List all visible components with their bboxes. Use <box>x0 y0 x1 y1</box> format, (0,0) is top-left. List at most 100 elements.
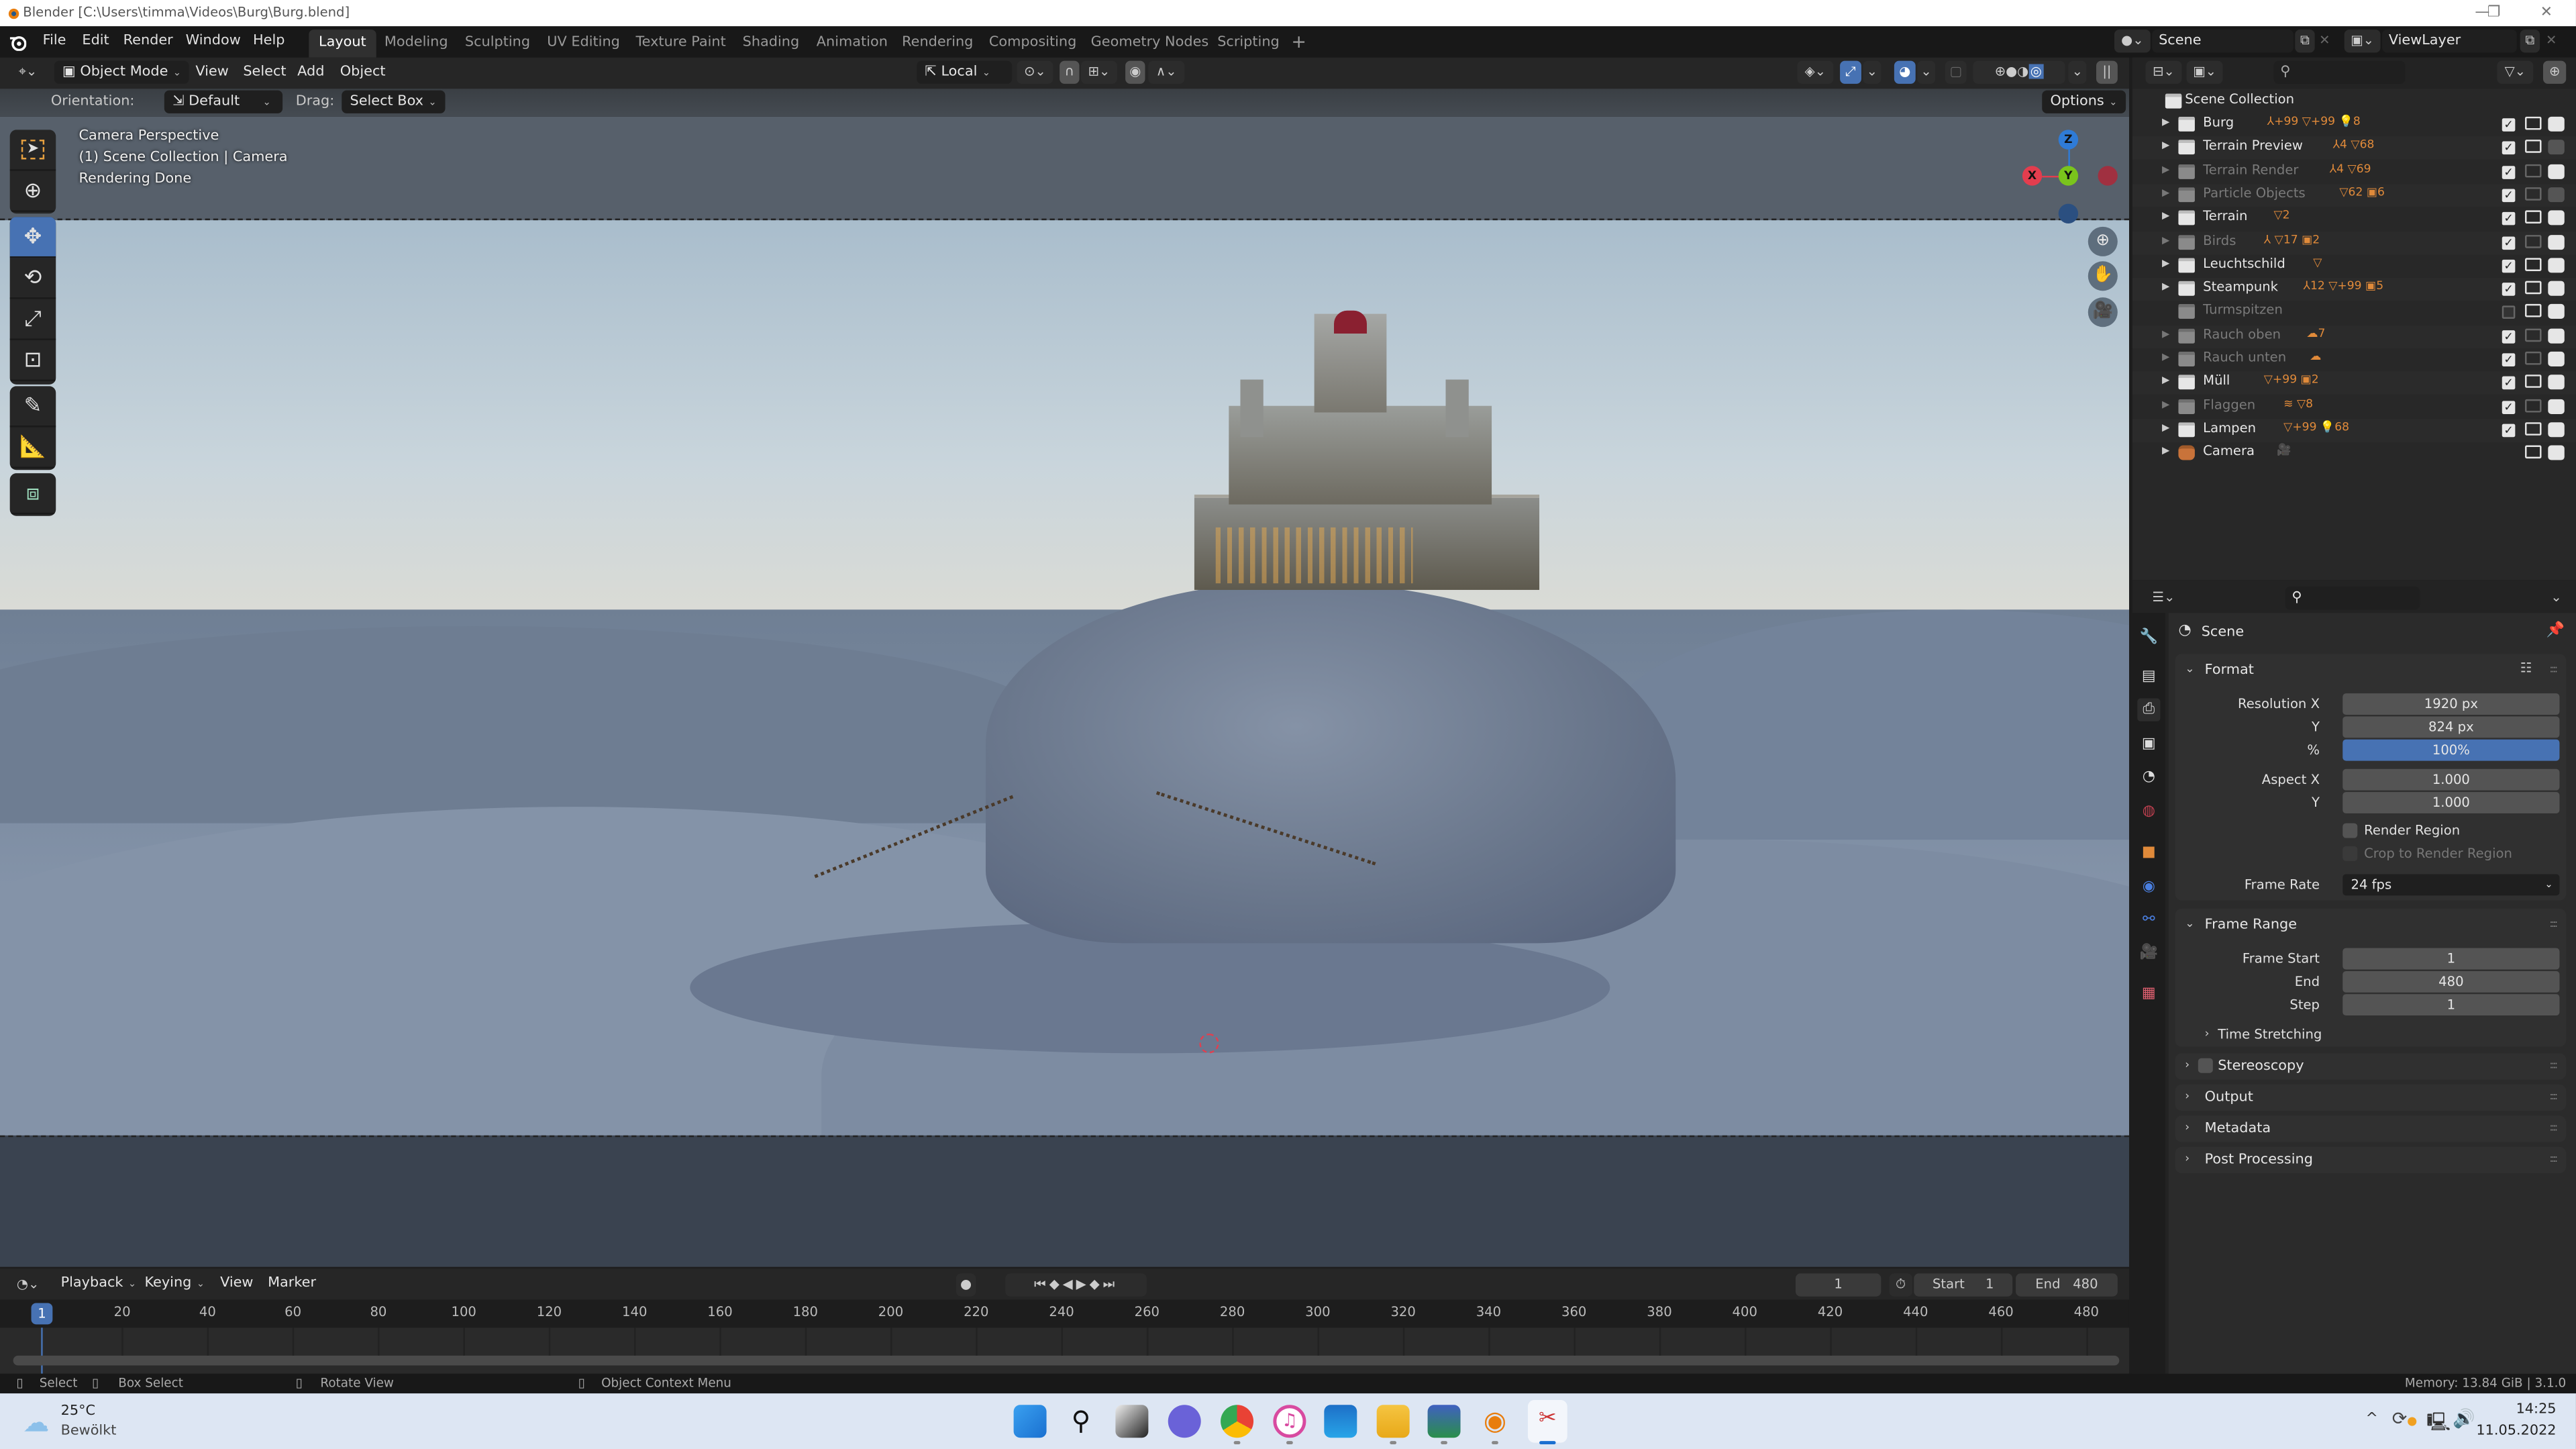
menu-object[interactable]: Object <box>340 64 386 80</box>
new-scene-icon[interactable]: ⧉ <box>2295 30 2315 53</box>
overlays-toggle-icon[interactable]: ◕ <box>1894 60 1916 84</box>
menu-window[interactable]: Window <box>186 33 241 49</box>
mail-icon[interactable] <box>1324 1405 1357 1438</box>
outliner-item-children-badges[interactable]: ▽+99 💡68 <box>2283 420 2349 434</box>
start-frame-field[interactable]: Start 1 <box>1914 1273 2013 1297</box>
expand-arrow-icon[interactable]: ▶ <box>2162 281 2169 293</box>
close-button[interactable]: ✕ <box>2522 3 2571 23</box>
orientation-dropdown[interactable]: ⇲ Default ⌄ <box>164 90 283 113</box>
drag-handle-icon[interactable]: :::: <box>2550 1060 2559 1071</box>
viewport-visibility-icon[interactable] <box>2525 257 2542 271</box>
playhead[interactable]: 1 <box>31 1303 53 1325</box>
record-keyframe-button[interactable]: ● <box>956 1273 976 1297</box>
menu-select[interactable]: Select <box>243 64 286 80</box>
material-shading-icon[interactable]: ◑ <box>2017 64 2028 79</box>
frame-start-field[interactable]: 1 <box>2342 948 2560 970</box>
expand-arrow-icon[interactable]: ▶ <box>2162 187 2169 199</box>
sync-icon[interactable]: ⟳● <box>2392 1408 2418 1430</box>
drag-handle-icon[interactable]: :::: <box>2550 1154 2559 1165</box>
end-frame-field[interactable]: End 480 <box>2016 1273 2118 1297</box>
frame-range-collapse-chevron[interactable]: ⌄ <box>2185 917 2194 930</box>
resolution-percent-slider[interactable]: 100% <box>2342 739 2560 761</box>
tab-scene[interactable]: ◔ <box>2137 766 2160 789</box>
gizmo-z-axis[interactable]: Z <box>2058 130 2079 150</box>
format-collapse-chevron[interactable]: ⌄ <box>2185 662 2194 676</box>
outliner-item[interactable]: ▶ Terrain Preview ⅄4 ▽68 ✓ <box>2132 136 2576 160</box>
outliner-item[interactable]: ▶ Flaggen ≋ ▽8 ✓ <box>2132 395 2576 418</box>
remote-desktop-icon[interactable] <box>1427 1405 1461 1438</box>
wireframe-shading-icon[interactable]: ⊕ <box>1995 64 2006 79</box>
drag-handle-icon[interactable]: :::: <box>2550 664 2559 675</box>
exclude-checkbox[interactable]: ✓ <box>2502 236 2516 249</box>
outliner-scene-collection[interactable]: Scene Collection <box>2132 91 2576 113</box>
pivot-point-icon[interactable]: ⊙⌄ <box>1017 60 1053 84</box>
workspace-tab-texture-paint[interactable]: Texture Paint <box>626 30 736 58</box>
stereoscopy-panel[interactable]: › Stereoscopy :::: <box>2175 1053 2567 1080</box>
volume-icon[interactable]: 🔊 <box>2453 1408 2475 1430</box>
workspace-tab-layout[interactable]: Layout <box>309 30 376 58</box>
exclude-checkbox[interactable]: ✓ <box>2502 283 2516 296</box>
timeline-editor-type-icon[interactable]: ◔⌄ <box>10 1273 46 1296</box>
camera-view-button[interactable]: 🎥 <box>2088 297 2118 328</box>
gizmo-x-axis[interactable]: X <box>2022 166 2043 186</box>
workspace-tab-compositing[interactable]: Compositing <box>979 30 1086 58</box>
delete-scene-icon[interactable]: ✕ <box>2316 30 2332 52</box>
transform-tool[interactable]: ⊡ <box>9 340 56 382</box>
new-view-layer-icon[interactable]: ⧉ <box>2520 30 2540 53</box>
zoom-view-button[interactable]: ⊕ <box>2088 226 2118 256</box>
next-keyframe-icon[interactable]: ◆ <box>1090 1277 1103 1291</box>
outliner-item[interactable]: ▶ Müll ▽+99 ▣2 ✓ <box>2132 372 2576 395</box>
annotate-tool[interactable]: ✎ <box>9 386 56 428</box>
timeline-menu-view[interactable]: View <box>220 1275 253 1291</box>
weather-temperature[interactable]: 25°C <box>61 1403 95 1419</box>
render-visibility-icon[interactable] <box>2548 398 2565 413</box>
menu-edit[interactable]: Edit <box>82 33 109 49</box>
expand-arrow-icon[interactable]: ▶ <box>2162 117 2169 128</box>
add-cube-tool[interactable]: ⧈ <box>9 473 56 515</box>
outliner-item[interactable]: ▶ Burg ⅄+99 ▽+99 💡8 ✓ <box>2132 113 2576 136</box>
exclude-checkbox[interactable]: ✓ <box>2502 189 2516 202</box>
scale-tool[interactable]: ⤢ <box>9 299 56 340</box>
viewport-visibility-icon[interactable] <box>2525 163 2542 177</box>
delete-view-layer-icon[interactable]: ✕ <box>2543 30 2559 52</box>
format-panel-title[interactable]: Format <box>2205 662 2254 679</box>
gizmo-toggle-icon[interactable]: ⤢ <box>1840 60 1861 84</box>
outliner-item[interactable]: ▶ Birds ⅄ ▽17 ▣2 ✓ <box>2132 230 2576 254</box>
proportional-edit-icon[interactable]: ◉ <box>1125 60 1145 84</box>
options-dropdown[interactable]: Options ⌄ <box>2042 90 2126 113</box>
rotate-tool[interactable]: ⟲ <box>9 258 56 299</box>
timeline-menu-marker[interactable]: Marker <box>268 1275 316 1291</box>
viewport-visibility-icon[interactable] <box>2525 210 2542 224</box>
time-stretching-subpanel[interactable]: Time Stretching <box>2218 1027 2322 1042</box>
play-icon[interactable]: ▶ <box>1076 1277 1090 1291</box>
teams-chat-icon[interactable] <box>1168 1405 1201 1438</box>
properties-search-input[interactable]: ⚲ <box>2285 587 2420 610</box>
blender-menu-icon[interactable] <box>8 33 27 51</box>
outliner-item-children-badges[interactable]: ▽62 ▣6 <box>2339 185 2385 199</box>
itunes-icon[interactable]: ♫ <box>1273 1405 1306 1438</box>
outliner-item-children-badges[interactable]: ⅄4 ▽69 <box>2330 162 2371 175</box>
render-visibility-icon[interactable] <box>2548 257 2565 272</box>
scene-name-field[interactable]: Scene <box>2152 30 2294 53</box>
workspace-tab-geometry-nodes[interactable]: Geometry Nodes <box>1081 30 1219 58</box>
tab-object[interactable]: ■ <box>2137 842 2160 864</box>
outliner-search-input[interactable]: ⚲ <box>2273 60 2406 84</box>
select-box-tool[interactable]: ➤ <box>9 130 56 171</box>
render-visibility-icon[interactable] <box>2548 328 2565 343</box>
tab-constraints[interactable]: ⚯ <box>2137 909 2160 932</box>
pin-icon[interactable]: 📌 <box>2546 623 2565 639</box>
exclude-checkbox[interactable]: ✓ <box>2502 400 2516 413</box>
scene-selector-icon[interactable]: ●⌄ <box>2114 30 2151 53</box>
drag-handle-icon[interactable]: :::: <box>2550 919 2559 930</box>
exclude-checkbox[interactable]: ✓ <box>2502 212 2516 226</box>
tray-overflow-chevron[interactable]: ^ <box>2366 1411 2378 1428</box>
menu-add[interactable]: Add <box>297 64 324 80</box>
prev-keyframe-icon[interactable]: ◆ <box>1049 1277 1063 1291</box>
viewport-visibility-icon[interactable] <box>2525 304 2542 318</box>
workspace-tab-scripting[interactable]: Scripting <box>1208 30 1290 58</box>
expand-arrow-icon[interactable]: ▶ <box>2162 422 2169 434</box>
render-visibility-icon[interactable] <box>2548 187 2565 202</box>
overlays-dropdown-icon[interactable]: ⌄ <box>1917 60 1936 84</box>
3d-viewport[interactable]: Camera Perspective (1) Scene Collection … <box>0 116 2129 1267</box>
menu-help[interactable]: Help <box>253 33 285 49</box>
